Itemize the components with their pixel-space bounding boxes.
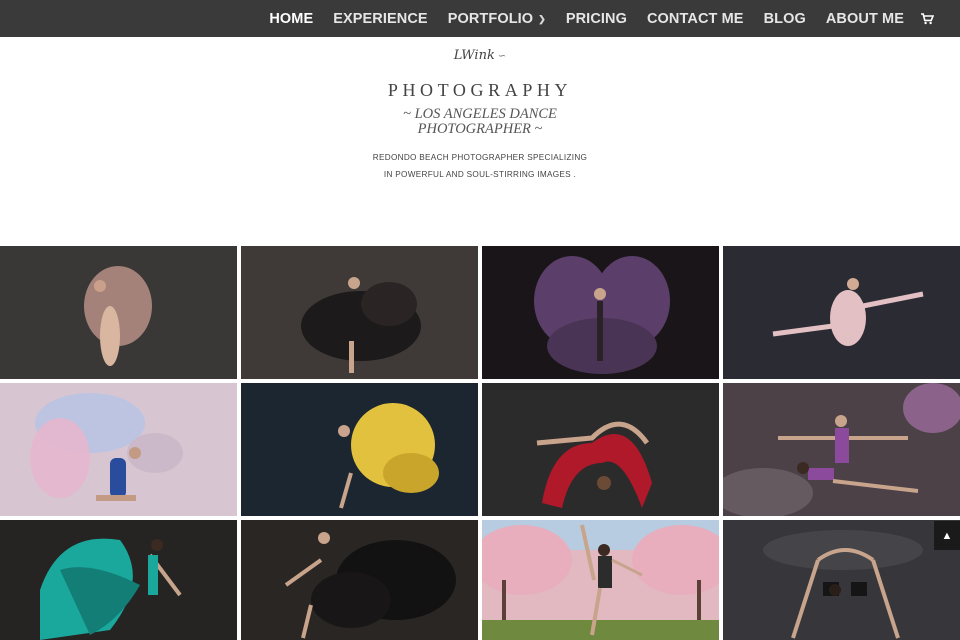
nav-home[interactable]: HOME bbox=[269, 11, 313, 27]
gallery-photo[interactable] bbox=[482, 383, 719, 516]
tagline-line: ~ LOS ANGELES DANCE bbox=[403, 106, 557, 122]
top-navigation-bar: HOME EXPERIENCE PORTFOLIO ❯ PRICING CONTA… bbox=[0, 0, 960, 37]
gallery-photo[interactable] bbox=[723, 246, 960, 379]
description-line: IN POWERFUL AND SOUL-STIRRING IMAGES . bbox=[383, 170, 577, 179]
nav-pricing[interactable]: PRICING bbox=[566, 11, 627, 27]
tagline: ~ LOS ANGELES DANCE PHOTOGRAPHER ~ bbox=[0, 107, 960, 137]
shopping-cart-icon[interactable] bbox=[921, 12, 934, 25]
gallery-photo[interactable] bbox=[723, 520, 960, 640]
gallery-photo[interactable] bbox=[0, 520, 237, 640]
site-header: LWink ∽ PHOTOGRAPHY ~ LOS ANGELES DANCE P… bbox=[0, 37, 960, 246]
main-nav: HOME EXPERIENCE PORTFOLIO ❯ PRICING CONTA… bbox=[269, 0, 934, 37]
flourish-icon: ∽ bbox=[497, 51, 507, 62]
site-description: REDONDO BEACH PHOTOGRAPHER SPECIALIZING … bbox=[0, 149, 960, 183]
chevron-down-icon: ❯ bbox=[538, 13, 546, 24]
gallery-photo[interactable] bbox=[0, 383, 237, 516]
nav-contact-me[interactable]: CONTACT ME bbox=[647, 11, 744, 27]
gallery-photo[interactable] bbox=[241, 246, 478, 379]
nav-experience[interactable]: EXPERIENCE bbox=[333, 11, 427, 27]
logo-title[interactable]: PHOTOGRAPHY bbox=[0, 80, 960, 101]
logo-script-text: LWink bbox=[453, 48, 495, 63]
nav-blog[interactable]: BLOG bbox=[764, 11, 806, 27]
description-line: REDONDO BEACH PHOTOGRAPHER SPECIALIZING bbox=[372, 153, 588, 162]
tagline-line: PHOTOGRAPHER ~ bbox=[417, 121, 543, 137]
logo-script[interactable]: LWink ∽ bbox=[0, 48, 960, 63]
gallery-photo[interactable] bbox=[723, 383, 960, 516]
photo-gallery bbox=[0, 246, 960, 640]
gallery-photo[interactable] bbox=[482, 246, 719, 379]
gallery-photo[interactable] bbox=[0, 246, 237, 379]
nav-portfolio-label: PORTFOLIO bbox=[447, 10, 534, 27]
scroll-to-top-button[interactable]: ▲ bbox=[934, 521, 960, 550]
chevron-up-icon: ▲ bbox=[941, 529, 953, 542]
gallery-photo[interactable] bbox=[241, 520, 478, 640]
gallery-photo[interactable] bbox=[241, 383, 478, 516]
nav-portfolio[interactable]: PORTFOLIO ❯ bbox=[448, 11, 546, 27]
nav-about-me[interactable]: ABOUT ME bbox=[826, 11, 904, 27]
gallery-photo[interactable] bbox=[482, 520, 719, 640]
